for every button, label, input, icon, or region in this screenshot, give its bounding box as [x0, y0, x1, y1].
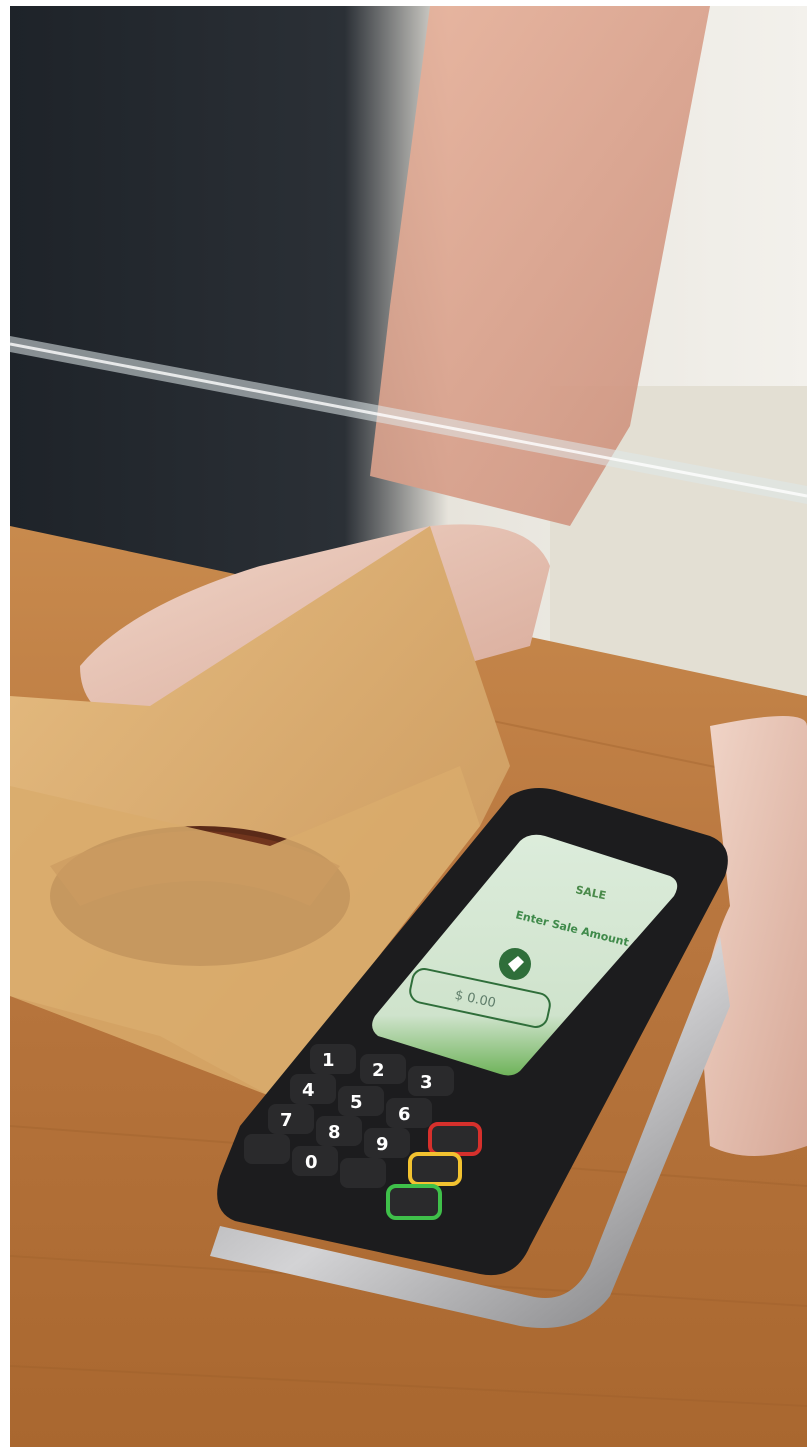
clear-key[interactable]	[408, 1152, 462, 1186]
key-0-label: 0	[305, 1152, 318, 1173]
key-4-label: 4	[302, 1080, 315, 1101]
key-1-label: 1	[322, 1050, 335, 1071]
key-5-label: 5	[350, 1092, 363, 1113]
key-8-label: 8	[328, 1122, 341, 1143]
cancel-key[interactable]	[428, 1122, 482, 1156]
enter-key[interactable]	[386, 1184, 442, 1220]
key-7-label: 7	[280, 1110, 293, 1131]
key-star[interactable]	[244, 1134, 290, 1164]
payment-terminal-photo: SALE Enter Sale Amount $ 0.00 1 2 3 4 5 …	[10, 6, 807, 1447]
key-hash[interactable]	[340, 1158, 386, 1188]
key-2-label: 2	[372, 1060, 385, 1081]
key-3-label: 3	[420, 1072, 433, 1093]
key-6-label: 6	[398, 1104, 411, 1125]
key-9-label: 9	[376, 1134, 389, 1155]
photo-frame: SALE Enter Sale Amount $ 0.00 1 2 3 4 5 …	[10, 6, 807, 1447]
